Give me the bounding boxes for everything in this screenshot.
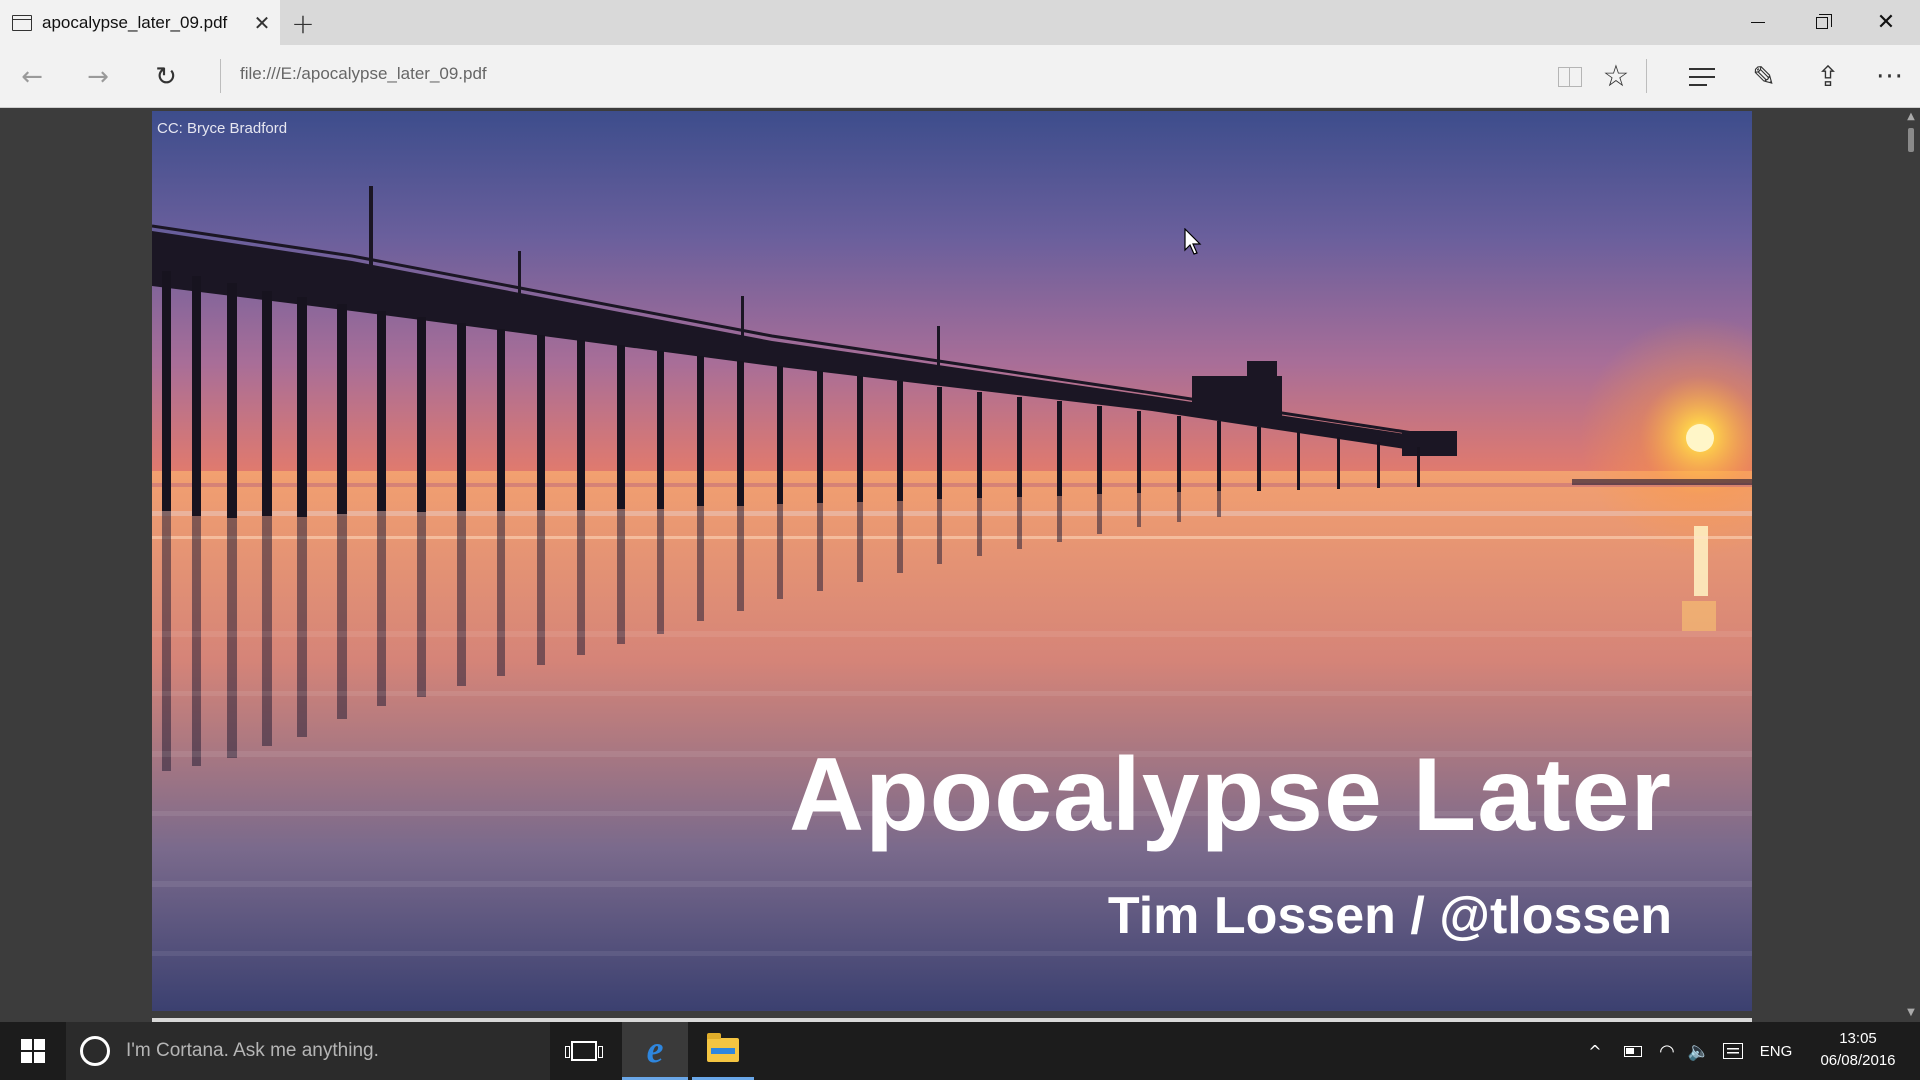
share-icon[interactable]: ⇪: [1800, 45, 1856, 108]
taskbar-app-edge[interactable]: e: [622, 1022, 688, 1080]
page-icon: [12, 14, 32, 31]
cortana-icon: [80, 1036, 110, 1066]
photo-credit: CC: Bryce Bradford: [157, 120, 288, 137]
forward-button[interactable]: →: [70, 45, 126, 108]
clock[interactable]: 13:05 06/08/2016: [1802, 1028, 1914, 1072]
scroll-up-icon[interactable]: ▲: [1906, 112, 1916, 122]
more-actions-icon[interactable]: ···: [1862, 45, 1918, 108]
slide-subtitle: Tim Lossen / @tlossen: [1107, 887, 1672, 945]
taskbar-app-file-explorer[interactable]: [692, 1022, 754, 1080]
scroll-down-icon[interactable]: ▼: [1906, 1008, 1916, 1018]
book-icon: [1558, 66, 1582, 87]
back-button[interactable]: ←: [4, 45, 60, 108]
start-button[interactable]: [0, 1022, 66, 1080]
new-tab-button[interactable]: +: [286, 6, 320, 40]
title-bar: apocalypse_later_09.pdf ✕ + ✕: [0, 0, 1920, 45]
minimize-icon: [1751, 22, 1765, 23]
address-bar[interactable]: file:///E:/apocalypse_later_09.pdf: [240, 64, 487, 84]
cortana-placeholder: I'm Cortana. Ask me anything.: [126, 1040, 379, 1061]
hub-button[interactable]: [1674, 45, 1730, 108]
slide-title: Apocalypse Later: [789, 737, 1672, 853]
toolbar-divider: [1646, 59, 1647, 93]
taskbar: I'm Cortana. Ask me anything. e ^ ◠ 🔈 EN…: [0, 1022, 1920, 1080]
refresh-button[interactable]: ↻: [138, 45, 194, 108]
scroll-thumb[interactable]: [1908, 128, 1914, 152]
pier-photo: [152, 186, 1752, 1011]
scrollbar[interactable]: ▲ ▼: [1902, 108, 1920, 1022]
browser-toolbar: ← → ↻ file:///E:/apocalypse_later_09.pdf…: [0, 45, 1920, 108]
hub-icon: [1689, 67, 1715, 86]
restore-icon: [1816, 13, 1832, 29]
clock-date: 06/08/2016: [1820, 1052, 1896, 1069]
language-indicator[interactable]: ENG: [1756, 1022, 1796, 1080]
battery-icon[interactable]: [1618, 1022, 1648, 1080]
task-view-icon: [565, 1041, 603, 1061]
folder-icon: [707, 1032, 739, 1062]
web-note-icon[interactable]: ✎: [1736, 45, 1792, 108]
cortana-search-box[interactable]: I'm Cortana. Ask me anything.: [66, 1022, 550, 1080]
pdf-viewer[interactable]: CC: Bryce Bradford Apocalypse Later Tim …: [0, 108, 1920, 1022]
task-view-button[interactable]: [556, 1022, 612, 1080]
show-hidden-icons-button[interactable]: ^: [1580, 1022, 1610, 1080]
mouse-cursor-icon: [1184, 228, 1202, 255]
restore-button[interactable]: [1790, 0, 1854, 45]
volume-icon[interactable]: 🔈: [1684, 1022, 1714, 1080]
action-center-icon[interactable]: [1718, 1022, 1748, 1080]
windows-logo-icon: [21, 1039, 45, 1063]
tab-title: apocalypse_later_09.pdf: [42, 12, 228, 32]
tab-close-icon[interactable]: ✕: [251, 11, 273, 35]
favorite-star-icon[interactable]: ☆: [1588, 45, 1644, 108]
close-window-button[interactable]: ✕: [1854, 0, 1918, 45]
wifi-icon[interactable]: ◠: [1652, 1022, 1682, 1080]
pdf-page: CC: Bryce Bradford Apocalypse Later Tim …: [152, 111, 1752, 1011]
clock-time: 13:05: [1839, 1030, 1877, 1047]
minimize-button[interactable]: [1726, 0, 1790, 45]
edge-icon: e: [646, 1028, 664, 1071]
address-divider: [220, 59, 221, 93]
tab-active[interactable]: apocalypse_later_09.pdf ✕: [0, 0, 280, 45]
